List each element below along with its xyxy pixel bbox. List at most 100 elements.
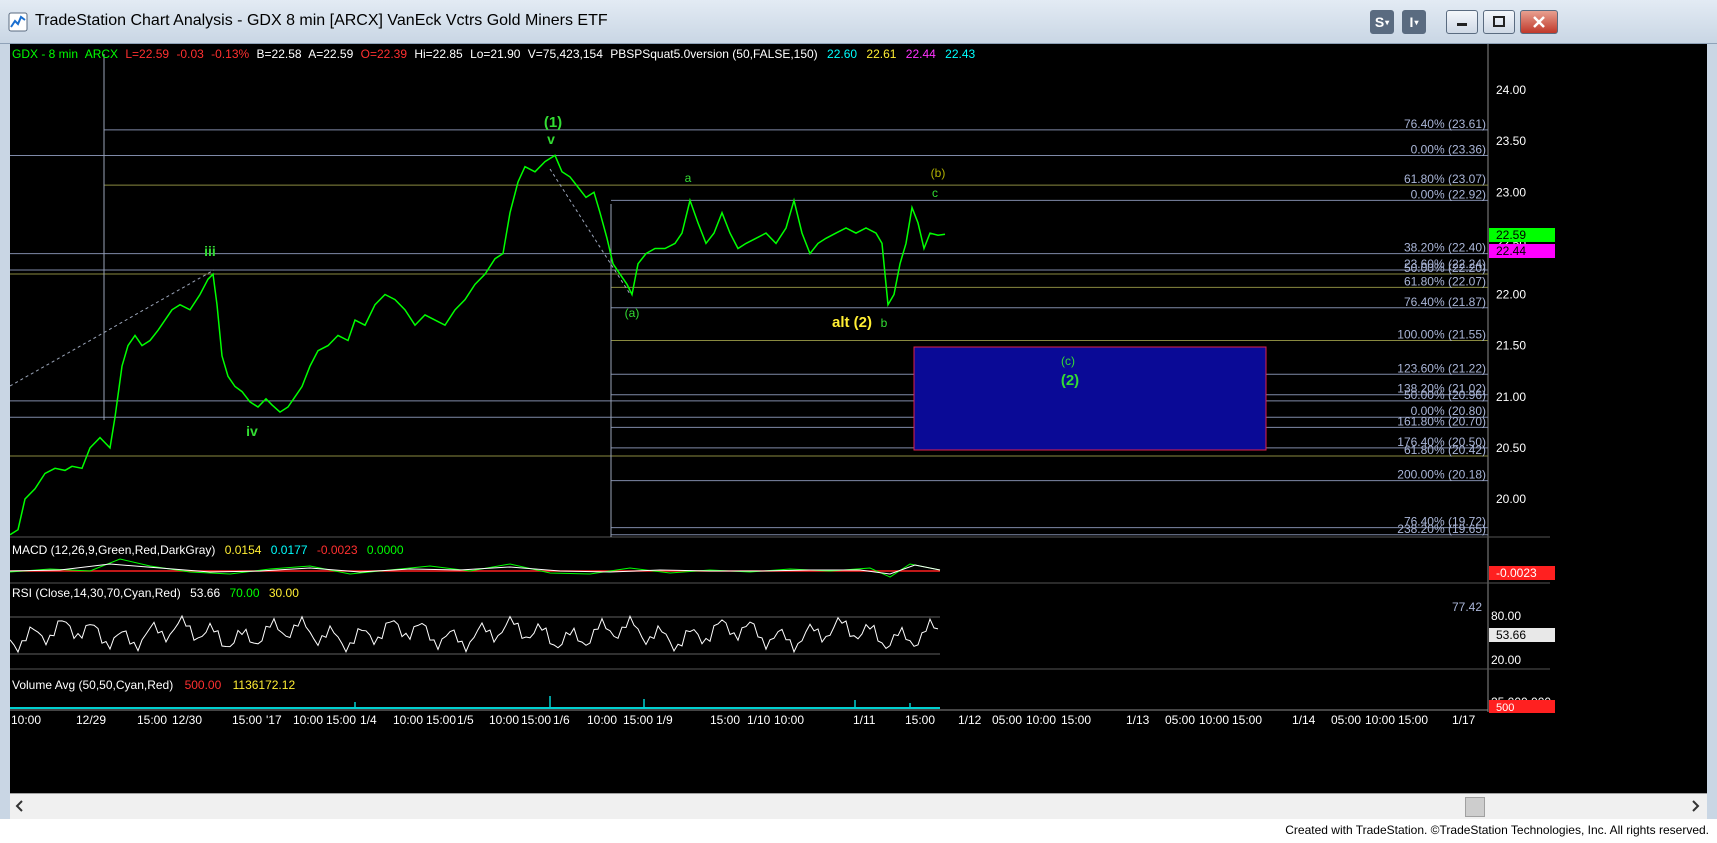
interval-link-button[interactable]: I ▾	[1402, 10, 1426, 34]
time-label-12: 10:00	[489, 713, 519, 727]
time-label-30: 15:00	[1232, 713, 1262, 727]
trendline-dotted-left	[10, 269, 215, 387]
fib-label-16: 61.80% (20.42)	[1404, 443, 1486, 457]
indicator-value-1: 22.60	[827, 47, 857, 61]
fib-label-9: 100.00% (21.55)	[1397, 328, 1486, 342]
volume-axis-flag-text: 500	[1496, 702, 1514, 714]
time-label-0: 10:00	[11, 713, 41, 727]
open-price: O=22.39	[361, 47, 408, 61]
price-tick-5: 21.50	[1496, 339, 1526, 353]
rsi-label: RSI (Close,14,30,70,Cyan,Red)	[12, 586, 181, 600]
price-tick-7: 20.50	[1496, 441, 1526, 455]
price-tick-0: 24.00	[1496, 83, 1526, 97]
copyright-text: Created with TradeStation. ©TradeStation…	[1285, 823, 1709, 837]
price-axis: 24.0023.5023.0022.5022.0021.5021.0020.50…	[1496, 83, 1526, 506]
time-label-21: 1/11	[853, 713, 876, 727]
wave-2-target-box	[913, 346, 1267, 451]
time-label-35: 1/17	[1452, 713, 1476, 727]
time-label-25: 10:00	[1026, 713, 1056, 727]
price-tick-1: 23.50	[1496, 134, 1526, 148]
scroll-right-icon[interactable]	[1689, 800, 1701, 812]
time-label-9: 10:00	[393, 713, 423, 727]
time-label-23: 1/12	[958, 713, 982, 727]
close-button[interactable]	[1520, 10, 1558, 34]
wave-label-a-paren: (a)	[625, 306, 640, 320]
rsi-axis-20: 20.00	[1491, 653, 1521, 667]
time-label-6: 10:00	[293, 713, 323, 727]
time-label-31: 1/14	[1292, 713, 1316, 727]
time-label-27: 1/13	[1126, 713, 1150, 727]
gdx-price-line	[10, 154, 946, 536]
scroll-left-icon[interactable]	[14, 800, 26, 812]
chart-canvas[interactable]: GDX - 8 min ARCX L=22.59 -0.03 -0.13% B=…	[10, 44, 1707, 793]
fibonacci-labels: 76.40% (23.61) 0.00% (23.36) 61.80% (23.07…	[1397, 117, 1486, 536]
last-price: L=22.59	[125, 47, 169, 61]
wave-label-c: c	[932, 186, 938, 200]
time-label-22: 15:00	[905, 713, 935, 727]
time-label-17: 1/9	[656, 713, 673, 727]
rsi-axis-80: 80.00	[1491, 609, 1521, 623]
macd-label: MACD (12,26,9,Green,Red,DarkGray)	[12, 543, 215, 557]
fib-label-3: 0.00% (22.92)	[1411, 187, 1486, 201]
volume-header: Volume Avg (50,50,Cyan,Red) 500.00 11361…	[12, 678, 295, 692]
rsi-header: RSI (Close,14,30,70,Cyan,Red) 53.66 70.0…	[12, 586, 299, 600]
fib-label-1: 0.00% (23.36)	[1411, 142, 1486, 156]
wave-label-iii: iii	[204, 243, 216, 259]
fib-label-8: 76.40% (21.87)	[1404, 295, 1486, 309]
time-axis: 10:00 12/29 15:00 12/30 15:00'17 10:00 15:00 1/…	[11, 713, 1476, 727]
time-label-3: 12/30	[172, 713, 202, 727]
fib-label-7: 61.80% (22.07)	[1404, 274, 1486, 288]
indicator-value-3: 22.44	[906, 47, 936, 61]
macd-line	[10, 558, 941, 578]
symbol-label: GDX - 8 min	[12, 47, 78, 61]
wave-label-c-paren: (c)	[1061, 354, 1075, 368]
indicator-name: PBSPSquat5.0version (50,FALSE,150)	[610, 47, 817, 61]
wave-label-a: a	[685, 171, 692, 185]
rsi-oversold-value: 30.00	[269, 586, 299, 600]
price-change-pct: -0.13%	[211, 47, 249, 61]
rsi-axis-flag-text: 53.66	[1496, 628, 1526, 642]
ask-price: A=22.59	[308, 47, 353, 61]
title-bar: TradeStation Chart Analysis - GDX 8 min …	[0, 0, 1717, 44]
maximize-icon	[1493, 16, 1505, 27]
time-label-24: 05:00	[992, 713, 1022, 727]
fibonacci-levels	[10, 129, 1488, 536]
second-price-flag-text: 22.44	[1496, 244, 1526, 258]
minimize-button[interactable]	[1446, 10, 1478, 34]
time-label-34: 15:00	[1398, 713, 1428, 727]
time-label-5: '17	[266, 713, 282, 727]
macd-value-4: 0.0000	[367, 543, 404, 557]
time-label-18: 15:00	[710, 713, 740, 727]
fib-label-19: 238.20% (19.65)	[1397, 522, 1486, 536]
symbol-link-label: S	[1374, 14, 1385, 30]
rsi-line	[10, 614, 939, 654]
price-tick-4: 22.00	[1496, 288, 1526, 302]
chart-area[interactable]: GDX - 8 min ARCX L=22.59 -0.03 -0.13% B=…	[10, 44, 1707, 793]
fib-label-0: 76.40% (23.61)	[1404, 117, 1486, 131]
symbol-link-button[interactable]: S ▾	[1370, 10, 1394, 34]
macd-axis-flag-text: -0.0023	[1496, 566, 1537, 580]
window-left-border	[0, 44, 10, 819]
time-label-11: 1/5	[457, 713, 474, 727]
time-label-32: 05:00	[1331, 713, 1361, 727]
volume-label: Volume Avg (50,50,Cyan,Red)	[12, 678, 173, 692]
macd-header: MACD (12,26,9,Green,Red,DarkGray) 0.0154…	[12, 543, 404, 557]
last-price-flag-text: 22.59	[1496, 228, 1526, 242]
rsi-right-value: 77.42	[1452, 600, 1482, 614]
chart-horizontal-scrollbar[interactable]	[10, 793, 1707, 819]
time-label-28: 05:00	[1165, 713, 1195, 727]
window-title: TradeStation Chart Analysis - GDX 8 min …	[35, 12, 608, 29]
fib-label-14: 161.80% (20.70)	[1397, 414, 1486, 428]
volume-bars	[354, 696, 911, 708]
close-icon	[1533, 16, 1545, 28]
scroll-thumb[interactable]	[1465, 797, 1485, 817]
tradestation-app-icon	[8, 12, 28, 32]
time-label-7: 15:00	[326, 713, 356, 727]
footer-bar: Created with TradeStation. ©TradeStation…	[0, 819, 1717, 843]
fib-label-6: 50.00% (22.20)	[1404, 261, 1486, 275]
fib-label-2: 61.80% (23.07)	[1404, 172, 1486, 186]
maximize-button[interactable]	[1483, 10, 1515, 34]
chart-header: GDX - 8 min ARCX L=22.59 -0.03 -0.13% B=…	[12, 47, 976, 61]
fib-label-4: 38.20% (22.40)	[1404, 241, 1486, 255]
volume-value: V=75,423,154	[528, 47, 603, 61]
